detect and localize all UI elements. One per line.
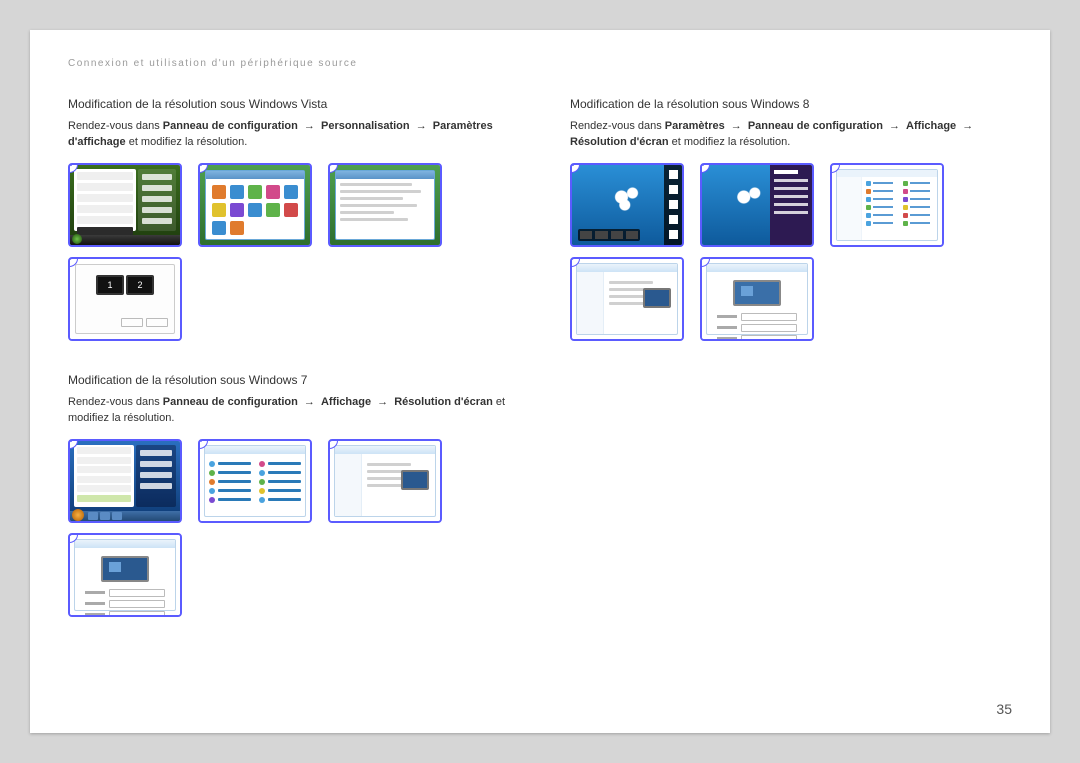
monitor-2: 2 <box>126 275 154 295</box>
win8-step-2: 2 <box>700 163 814 247</box>
vista-start-menu-mock <box>70 165 180 245</box>
vista-instructions: Rendez-vous dans Panneau de configuratio… <box>68 119 510 151</box>
win8-resolution-mock <box>702 259 812 339</box>
left-column: Modification de la résolution sous Windo… <box>68 97 510 627</box>
win7-title: Modification de la résolution sous Windo… <box>68 373 510 387</box>
win7-path-2: Affichage <box>321 396 371 408</box>
win8-settings-panel-mock <box>702 165 812 245</box>
vista-row-2: 4 1 2 <box>68 257 510 341</box>
t: Rendez-vous dans <box>68 120 163 132</box>
arrow-icon: → <box>377 395 388 411</box>
win8-step-4: 4 <box>570 257 684 341</box>
win8-control-panel-mock <box>832 165 942 245</box>
right-column: Modification de la résolution sous Windo… <box>570 97 1012 627</box>
win7-step-3: 3 <box>328 439 442 523</box>
vista-step-2: 2 <box>198 163 312 247</box>
manual-page: Connexion et utilisation d'un périphériq… <box>30 30 1050 733</box>
win7-step-2: 2 <box>198 439 312 523</box>
win7-display-page-mock <box>330 441 440 521</box>
t: et modifiez la résolution. <box>672 136 791 148</box>
page-header: Connexion et utilisation d'un périphériq… <box>68 58 1012 69</box>
win7-path-3: Résolution d'écran <box>394 396 493 408</box>
win8-path-4: Résolution d'écran <box>570 136 669 148</box>
vista-row-1: 1 2 <box>68 163 510 247</box>
win7-resolution-mock <box>70 535 180 615</box>
win8-display-page-mock <box>572 259 682 339</box>
vista-control-panel-mock <box>200 165 310 245</box>
win8-row-2: 4 5 <box>570 257 1012 341</box>
arrow-icon: → <box>304 395 315 411</box>
win7-step-4: 4 <box>68 533 182 617</box>
vista-display-settings-mock: 1 2 <box>70 259 180 339</box>
vista-path-2: Personnalisation <box>321 120 410 132</box>
vista-path-1: Panneau de configuration <box>163 120 298 132</box>
win8-step-5: 5 <box>700 257 814 341</box>
vista-step-3: 3 <box>328 163 442 247</box>
t: et modifiez la résolution. <box>129 136 248 148</box>
arrow-icon: → <box>731 119 742 135</box>
win7-control-panel-mock <box>200 441 310 521</box>
vista-step-4: 4 1 2 <box>68 257 182 341</box>
monitor-1: 1 <box>96 275 124 295</box>
win7-instructions: Rendez-vous dans Panneau de configuratio… <box>68 395 510 427</box>
win7-row-2: 4 <box>68 533 510 617</box>
win8-path-2: Panneau de configuration <box>748 120 883 132</box>
two-column-layout: Modification de la résolution sous Windo… <box>68 97 1012 627</box>
arrow-icon: → <box>416 119 427 135</box>
vista-step-1: 1 <box>68 163 182 247</box>
win7-start-menu-mock <box>70 441 180 521</box>
win8-instructions: Rendez-vous dans Paramètres → Panneau de… <box>570 119 1012 151</box>
t: Rendez-vous dans <box>68 396 163 408</box>
win8-path-1: Paramètres <box>665 120 725 132</box>
win8-title: Modification de la résolution sous Windo… <box>570 97 1012 111</box>
win7-path-1: Panneau de configuration <box>163 396 298 408</box>
page-number: 35 <box>996 701 1012 717</box>
t: Rendez-vous dans <box>570 120 665 132</box>
win8-charms-bar-mock <box>572 165 682 245</box>
vista-personalization-mock <box>330 165 440 245</box>
win8-step-3: 3 <box>830 163 944 247</box>
win8-row-1: 1 2 3 <box>570 163 1012 247</box>
arrow-icon: → <box>889 119 900 135</box>
vista-title: Modification de la résolution sous Windo… <box>68 97 510 111</box>
win7-row-1: 1 2 <box>68 439 510 523</box>
arrow-icon: → <box>304 119 315 135</box>
win8-step-1: 1 <box>570 163 684 247</box>
win8-path-3: Affichage <box>906 120 956 132</box>
win7-step-1: 1 <box>68 439 182 523</box>
arrow-icon: → <box>962 119 973 135</box>
